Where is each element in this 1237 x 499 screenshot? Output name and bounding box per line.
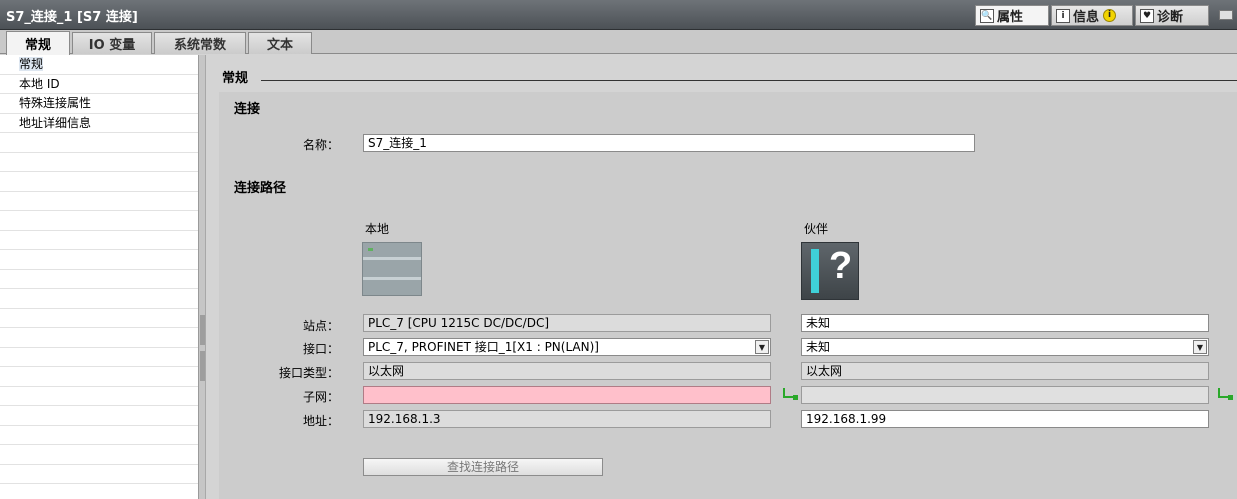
partner-subnet-field: [801, 386, 1209, 404]
partner-interface-select[interactable]: 未知 ▼: [801, 338, 1209, 356]
partner-header: 伙伴: [804, 222, 829, 236]
nav-item-label: 常规: [19, 57, 44, 71]
tab-properties-label: 属性: [997, 10, 1024, 25]
nav-item-label: 地址详细信息: [19, 115, 92, 130]
nav-empty-row: [0, 289, 198, 309]
nav-item-special-properties[interactable]: 特殊连接属性: [0, 94, 198, 114]
subnet-label: 子网：: [302, 390, 339, 404]
info-icon: i: [1056, 8, 1070, 23]
find-connection-path-button[interactable]: 查找连接路径: [363, 458, 603, 476]
nav-item-local-id[interactable]: 本地 ID: [0, 75, 198, 94]
diagnostics-icon: ♥: [1140, 8, 1154, 23]
partner-interface-type-field: 以太网: [801, 362, 1209, 380]
nav-empty-row: [0, 172, 198, 192]
local-address-field: 192.168.1.3: [363, 410, 771, 428]
tab-info[interactable]: i 信息 i: [1051, 5, 1133, 26]
nav-empty-row: [0, 133, 198, 153]
subtab-texts[interactable]: 文本: [248, 32, 312, 54]
tab-info-label: 信息: [1073, 10, 1100, 25]
properties-icon: 🔍: [980, 8, 994, 23]
name-label: 名称：: [302, 138, 339, 152]
nav-empty-row: [0, 309, 198, 328]
restore-button[interactable]: [1219, 10, 1233, 20]
subtab-bar: 常规 IO 变量 系统常数 文本: [0, 30, 1237, 55]
partner-station-field[interactable]: 未知: [801, 314, 1209, 332]
nav-item-address-details[interactable]: 地址详细信息: [0, 114, 198, 133]
nav-empty-row: [0, 211, 198, 231]
panel-splitter[interactable]: [199, 55, 206, 499]
nav-empty-row: [0, 367, 198, 387]
local-interface-select[interactable]: PLC_7, PROFINET 接口_1[X1 : PN(LAN)] ▼: [363, 338, 771, 356]
interface-label: 接口：: [302, 342, 339, 356]
property-nav: 常规 本地 ID 特殊连接属性 地址详细信息: [0, 55, 199, 499]
general-panel: 连接 名称： S7_连接_1 连接路径 本地 伙伴 ? 站点： PLC_7 [C…: [219, 92, 1237, 499]
local-station-field: PLC_7 [CPU 1215C DC/DC/DC]: [363, 314, 771, 332]
interface-type-label: 接口类型：: [278, 366, 339, 380]
nav-empty-row: [0, 387, 198, 406]
nav-empty-row: [0, 153, 198, 172]
local-plc-icon: [362, 242, 422, 296]
nav-empty-row: [0, 270, 198, 289]
nav-empty-row: [0, 348, 198, 367]
local-interface-type-field: 以太网: [363, 362, 771, 380]
chevron-down-icon[interactable]: ▼: [1193, 340, 1207, 354]
chevron-down-icon[interactable]: ▼: [755, 340, 769, 354]
nav-empty-row: [0, 465, 198, 484]
subtab-io-tags[interactable]: IO 变量: [72, 32, 152, 54]
tab-properties[interactable]: 🔍 属性: [975, 5, 1049, 26]
expand-right-icon[interactable]: [200, 351, 205, 381]
nav-empty-row: [0, 328, 198, 348]
nav-item-general[interactable]: 常规: [0, 55, 198, 75]
nav-empty-row: [0, 406, 198, 426]
heading-divider: [261, 80, 1237, 81]
local-header: 本地: [365, 222, 390, 236]
network-connect-icon[interactable]: [1218, 388, 1233, 400]
local-subnet-field[interactable]: [363, 386, 771, 404]
subtab-general[interactable]: 常规: [6, 31, 70, 55]
nav-empty-row: [0, 426, 198, 445]
nav-empty-row: [0, 231, 198, 250]
nav-item-label: 特殊连接属性: [19, 96, 92, 110]
partner-interface-value: 未知: [806, 340, 831, 354]
nav-empty-row: [0, 192, 198, 211]
network-connect-icon[interactable]: [783, 388, 798, 400]
inspector-tabs: 🔍 属性 i 信息 i ♥ 诊断: [973, 5, 1209, 26]
nav-item-label: 本地 ID: [19, 76, 60, 91]
nav-empty-row: [0, 250, 198, 270]
tab-diagnostics[interactable]: ♥ 诊断: [1135, 5, 1209, 26]
local-interface-value: PLC_7, PROFINET 接口_1[X1 : PN(LAN)]: [368, 340, 599, 354]
info-badge-icon: i: [1103, 9, 1117, 22]
connection-section-title: 连接: [234, 102, 261, 117]
name-field[interactable]: S7_连接_1: [363, 134, 975, 152]
partner-address-field[interactable]: 192.168.1.99: [801, 410, 1209, 428]
page-title: 常规: [222, 71, 249, 86]
address-label: 地址：: [302, 414, 339, 428]
station-label: 站点：: [302, 319, 339, 333]
tab-diagnostics-label: 诊断: [1157, 10, 1184, 25]
collapse-left-icon[interactable]: [200, 315, 205, 345]
unknown-partner-icon: ?: [801, 242, 859, 300]
window-title: S7_连接_1 [S7 连接]: [6, 10, 138, 25]
section-header: 常规: [206, 55, 1237, 91]
connection-path-title: 连接路径: [234, 181, 287, 196]
nav-empty-row: [0, 445, 198, 465]
window-titlebar: S7_连接_1 [S7 连接] 🔍 属性 i 信息 i ♥ 诊断: [0, 0, 1237, 30]
subtab-system-constants[interactable]: 系统常数: [154, 32, 246, 54]
